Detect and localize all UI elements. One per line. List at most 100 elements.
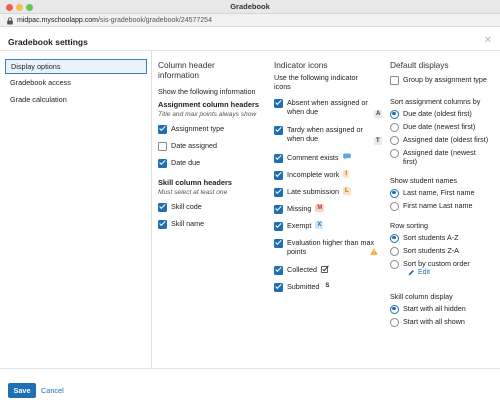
checkbox-date-assigned[interactable]: Date assigned — [158, 141, 217, 151]
checkbox[interactable] — [158, 158, 167, 168]
checkbox[interactable] — [158, 202, 167, 212]
gradebook-settings-dialog: Gradebook settings ✕ Display options Gra… — [0, 27, 500, 407]
radio-first-last[interactable]: First name Last name — [390, 201, 473, 211]
checkbox-absent[interactable]: Absent when assigned or when due A — [274, 98, 383, 118]
checkbox[interactable] — [158, 124, 167, 134]
radio-all-hidden[interactable]: Start with all hidden — [390, 304, 466, 314]
row-sorting-title: Row sorting — [390, 221, 428, 230]
checkbox-exempt[interactable]: Exempt X — [274, 221, 324, 231]
submitted-badge: S — [325, 283, 330, 289]
radio-all-shown[interactable]: Start with all shown — [390, 317, 465, 327]
subheading-line: icons — [274, 82, 291, 91]
radio[interactable] — [390, 148, 399, 158]
edit-label: Edit — [418, 269, 431, 276]
indicator-icons-section: Indicator icons — [274, 60, 384, 70]
radio[interactable] — [390, 201, 399, 211]
heading-line: Column header — [158, 60, 215, 70]
radio-due-oldest[interactable]: Due date (oldest first) — [390, 109, 472, 119]
edit-custom-order-link[interactable]: Edit — [408, 269, 430, 276]
sort-columns-title: Sort assignment columns by — [390, 97, 481, 106]
radio-assigned-newest[interactable]: Assigned date (newest first) — [390, 148, 476, 166]
checkbox[interactable] — [274, 125, 283, 135]
label-line: Tardy when assigned or — [287, 125, 363, 134]
sidebar-item-display-options[interactable]: Display options — [5, 59, 147, 74]
window-titlebar: Gradebook — [0, 0, 500, 14]
checkbox-incomplete-work[interactable]: Incomplete work I — [274, 170, 350, 180]
window-title: Gradebook — [230, 2, 270, 11]
save-button[interactable]: Save — [8, 383, 36, 398]
incomplete-badge: I — [343, 170, 350, 178]
radio[interactable] — [390, 259, 399, 269]
checkbox-label: Date due — [171, 158, 201, 167]
checkbox[interactable] — [274, 221, 283, 231]
checkbox-evaluation-higher[interactable]: Evaluation higher than max points — [274, 238, 378, 256]
checkbox-collected[interactable]: Collected — [274, 265, 329, 275]
skill-headers-title: Skill column headers — [158, 178, 232, 187]
checkbox-label: Exempt — [287, 221, 312, 230]
radio[interactable] — [390, 122, 399, 132]
checkbox-submitted[interactable]: Submitted S — [274, 282, 331, 292]
cancel-button[interactable]: Cancel — [41, 383, 64, 398]
checkbox[interactable] — [274, 265, 283, 275]
radio-sort-custom[interactable]: Sort by custom order — [390, 259, 470, 269]
label-line: Assigned date (newest — [403, 148, 476, 157]
radio-label: Assigned date (newest first) — [403, 148, 476, 166]
checkbox[interactable] — [274, 187, 283, 197]
label-line: Evaluation higher than max — [287, 238, 375, 247]
subheading-line: Use the following indicator — [274, 73, 358, 82]
url-path: /sis-gradebook/gradebook/24577254 — [97, 16, 212, 24]
close-icon[interactable]: ✕ — [484, 36, 492, 46]
checkbox[interactable] — [274, 282, 283, 292]
checkbox[interactable] — [274, 98, 283, 108]
radio-label: First name Last name — [403, 201, 473, 210]
radio-sort-az[interactable]: Sort students A-Z — [390, 233, 459, 243]
radio[interactable] — [390, 233, 399, 243]
checkbox-label: Date assigned — [171, 141, 217, 150]
sidebar-item-grade-calculation[interactable]: Grade calculation — [5, 92, 147, 107]
checkbox-assignment-type[interactable]: Assignment type — [158, 124, 224, 134]
checkbox-label: Tardy when assigned or when due T — [287, 125, 382, 145]
radio-label: Sort students A-Z — [403, 233, 459, 242]
checkbox[interactable] — [274, 153, 283, 163]
sidebar-item-gradebook-access[interactable]: Gradebook access — [5, 75, 147, 90]
speech-bubble-icon — [342, 153, 351, 160]
checkbox-skill-name[interactable]: Skill name — [158, 219, 204, 229]
checkbox-tardy[interactable]: Tardy when assigned or when due T — [274, 125, 382, 145]
radio-due-newest[interactable]: Due date (newest first) — [390, 122, 475, 132]
checkbox-label: Absent when assigned or when due A — [287, 98, 383, 118]
checkbox[interactable] — [274, 170, 283, 180]
radio[interactable] — [390, 317, 399, 327]
radio-assigned-oldest[interactable]: Assigned date (oldest first) — [390, 135, 488, 145]
checkbox-comment-exists[interactable]: Comment exists — [274, 153, 351, 163]
radio-sort-za[interactable]: Sort students Z-A — [390, 246, 459, 256]
address-bar[interactable]: midpac.myschoolapp.com/sis-gradebook/gra… — [0, 14, 500, 27]
radio-last-first[interactable]: Last name, First name — [390, 188, 475, 198]
checkbox[interactable] — [274, 238, 283, 248]
checkbox-missing[interactable]: Missing M — [274, 204, 325, 214]
checkbox-label: Comment exists — [287, 153, 339, 162]
assignment-headers-title: Assignment column headers — [158, 100, 260, 109]
checkbox[interactable] — [274, 204, 283, 214]
radio[interactable] — [390, 109, 399, 119]
radio-label: Assigned date (oldest first) — [403, 135, 489, 144]
checkbox-skill-code[interactable]: Skill code — [158, 202, 202, 212]
checkbox[interactable] — [158, 219, 167, 229]
checkbox-label: Incomplete work — [287, 170, 340, 179]
radio[interactable] — [390, 304, 399, 314]
label-line: points — [287, 247, 307, 256]
radio[interactable] — [390, 135, 399, 145]
indicator-subheading: Use the following indicator icons — [274, 73, 358, 91]
checkbox[interactable] — [158, 141, 167, 151]
radio-label: Due date (newest first) — [403, 122, 476, 131]
label-line: Absent when assigned or — [287, 98, 368, 107]
radio-label: Sort by custom order — [403, 259, 470, 268]
url-host: midpac.myschoolapp.com — [17, 16, 98, 24]
radio[interactable] — [390, 188, 399, 198]
checkbox-date-due[interactable]: Date due — [158, 158, 200, 168]
radio[interactable] — [390, 246, 399, 256]
checkbox[interactable] — [390, 75, 399, 85]
dialog-title: Gradebook settings — [8, 37, 88, 47]
checkbox-late-submission[interactable]: Late submission L — [274, 187, 351, 197]
checkbox-group-by-type[interactable]: Group by assignment type — [390, 75, 487, 85]
warning-triangle-icon — [370, 248, 378, 255]
